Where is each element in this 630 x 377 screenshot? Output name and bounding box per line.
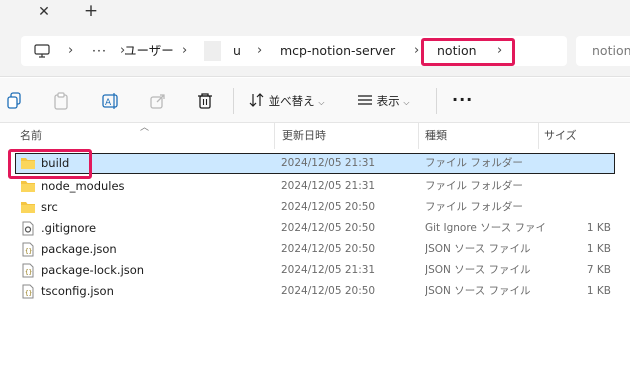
address-row: › ··· › ユーザー › u › mcp-notion-server › n…: [0, 27, 630, 77]
column-header-size[interactable]: サイズ: [544, 123, 577, 149]
file-type: JSON ソース ファイル: [425, 285, 531, 297]
paste-icon[interactable]: [53, 92, 71, 110]
file-type: JSON ソース ファイル: [425, 264, 531, 276]
file-date: 2024/12/05 20:50: [281, 201, 376, 213]
file-date: 2024/12/05 21:31: [281, 157, 376, 169]
sort-label: 並べ替え: [268, 94, 315, 108]
json-file-icon: {}: [20, 242, 36, 257]
delete-icon[interactable]: [197, 92, 215, 110]
command-toolbar: A 並べ替え ⌵ 表示 ⌵ ···: [0, 78, 630, 123]
search-input[interactable]: notion: [576, 36, 630, 66]
view-button[interactable]: 表示 ⌵: [357, 90, 409, 112]
file-list: ︿ 名前 更新日時 種類 サイズ build 2024/12/05 21:31 …: [0, 123, 630, 377]
file-type: JSON ソース ファイル: [425, 243, 531, 255]
chevron-down-icon: ⌵: [318, 98, 325, 107]
json-file-icon: {}: [20, 284, 36, 299]
breadcrumb-mcp-notion-server[interactable]: mcp-notion-server: [280, 36, 395, 66]
close-icon[interactable]: ✕: [36, 4, 52, 20]
column-divider[interactable]: [418, 123, 419, 149]
file-size: [551, 197, 611, 218]
chevron-right-icon: ›: [414, 43, 420, 58]
file-size: [550, 154, 610, 175]
breadcrumb-ellipsis[interactable]: ···: [92, 36, 107, 66]
file-size: [551, 176, 611, 197]
column-header-name[interactable]: 名前: [20, 123, 42, 149]
column-header-date[interactable]: 更新日時: [282, 123, 326, 149]
chevron-right-icon: ›: [257, 43, 263, 58]
file-type: Git Ignore ソース ファイル: [425, 222, 545, 234]
file-size: 1 KB: [586, 243, 611, 255]
plus-icon[interactable]: +: [82, 2, 100, 20]
share-icon[interactable]: [149, 92, 167, 110]
svg-text:{}: {}: [25, 269, 32, 276]
file-row[interactable]: {} package.json 2024/12/05 20:50 JSON ソー…: [15, 239, 615, 260]
file-date: 2024/12/05 20:50: [281, 222, 376, 234]
chevron-right-icon: ›: [182, 43, 188, 58]
toolbar-divider: [233, 88, 234, 114]
file-row[interactable]: .gitignore 2024/12/05 20:50 Git Ignore ソ…: [15, 218, 615, 239]
svg-text:{}: {}: [25, 290, 32, 297]
file-name: node_modules: [41, 179, 125, 193]
file-date: 2024/12/05 21:31: [281, 264, 376, 276]
breadcrumb-users[interactable]: ユーザー: [124, 36, 174, 66]
redacted-block: [204, 36, 221, 66]
file-row[interactable]: {} package-lock.json 2024/12/05 21:31 JS…: [15, 260, 615, 281]
file-size: 7 KB: [586, 264, 611, 276]
sort-button[interactable]: 並べ替え ⌵: [249, 90, 324, 112]
highlight-box-build: [8, 149, 92, 179]
column-header-type[interactable]: 種類: [425, 123, 447, 149]
folder-icon: [20, 200, 36, 215]
column-header-row: ︿ 名前 更新日時 種類 サイズ: [0, 123, 630, 149]
column-divider[interactable]: [274, 123, 275, 149]
rename-icon[interactable]: A: [102, 92, 120, 110]
file-type: ファイル フォルダー: [425, 180, 523, 192]
search-text: notion: [592, 43, 630, 58]
file-row[interactable]: node_modules 2024/12/05 21:31 ファイル フォルダー: [15, 176, 615, 197]
column-divider[interactable]: [538, 123, 539, 149]
file-name: package-lock.json: [41, 263, 145, 277]
file-date: 2024/12/05 20:50: [281, 285, 376, 297]
file-size: 1 KB: [586, 285, 611, 297]
file-row[interactable]: build 2024/12/05 21:31 ファイル フォルダー: [15, 153, 615, 174]
sort-up-icon: ︿: [140, 123, 150, 133]
file-row[interactable]: src 2024/12/05 20:50 ファイル フォルダー: [15, 197, 615, 218]
file-date: 2024/12/05 21:31: [281, 180, 376, 192]
view-label: 表示: [376, 94, 400, 108]
file-type: ファイル フォルダー: [425, 201, 523, 213]
svg-text:{}: {}: [25, 248, 32, 255]
computer-icon[interactable]: [34, 36, 50, 66]
file-type: ファイル フォルダー: [425, 157, 523, 169]
file-row[interactable]: {} tsconfig.json 2024/12/05 20:50 JSON ソ…: [15, 281, 615, 302]
more-options-button[interactable]: ···: [452, 90, 473, 109]
tab-bar: ✕ +: [0, 0, 630, 27]
file-name: src: [41, 200, 58, 214]
file-name: tsconfig.json: [41, 284, 114, 298]
svg-text:A: A: [105, 98, 112, 108]
chevron-down-icon: ⌵: [403, 98, 410, 107]
copy-icon[interactable]: [6, 92, 24, 110]
file-name: .gitignore: [41, 221, 97, 235]
file-date: 2024/12/05 20:50: [281, 243, 376, 255]
toolbar-divider: [436, 88, 437, 114]
folder-icon: [20, 179, 36, 194]
file-name: package.json: [41, 242, 117, 256]
chevron-right-icon: ›: [68, 43, 74, 58]
highlight-box-notion: [421, 38, 515, 66]
file-size: 1 KB: [586, 222, 611, 234]
breadcrumb-user[interactable]: u: [233, 36, 241, 66]
gitignore-file-icon: [20, 221, 36, 236]
json-file-icon: {}: [20, 263, 36, 278]
